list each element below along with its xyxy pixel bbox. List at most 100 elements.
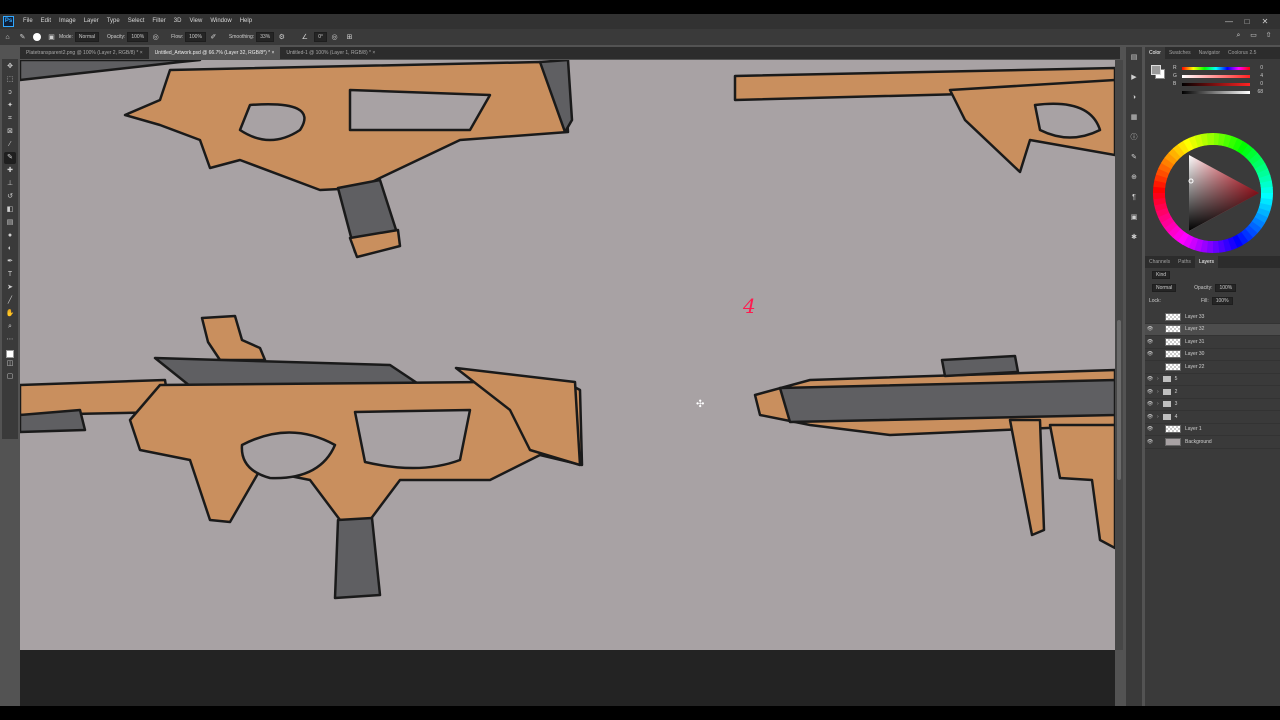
crop-tool-icon[interactable]: ⌗ [4,113,16,125]
tab-navigator[interactable]: Navigator [1195,47,1224,59]
gradient-tool-icon[interactable]: ▤ [4,217,16,229]
visibility-eye-icon[interactable]: 👁 [1145,339,1155,345]
fg-bg-swatches[interactable] [1151,65,1165,79]
group-expand-icon[interactable]: › [1157,414,1159,420]
foreground-color-swatch[interactable] [6,350,14,358]
tab-swatches[interactable]: Swatches [1165,47,1195,59]
home-icon[interactable]: ⌂ [3,33,12,42]
zoom-tool-icon[interactable]: ⌕ [4,321,16,333]
slider-track[interactable] [1182,90,1250,94]
visibility-eye-icon[interactable]: 👁 [1145,351,1155,357]
group-expand-icon[interactable]: › [1157,401,1159,407]
slider-track[interactable] [1182,74,1250,78]
info-panel-icon[interactable]: ⓘ [1128,131,1140,145]
fill-field[interactable]: 100% [1211,296,1233,305]
history-panel-icon[interactable]: ▤ [1128,51,1140,65]
tab-close-icon[interactable]: × [140,50,143,56]
menu-edit[interactable]: Edit [37,14,55,29]
close-window-button[interactable]: ✕ [1256,14,1274,29]
adjustments-panel-icon[interactable]: ◑ [1128,91,1140,105]
blend-mode-dropdown[interactable]: Normal [1152,283,1177,292]
healing-tool-icon[interactable]: ✚ [4,165,16,177]
visibility-eye-icon[interactable]: 👁 [1145,389,1155,395]
layer-row[interactable]: 👁 Layer 31 [1145,336,1280,349]
more-tools-icon[interactable]: ⋯ [4,334,16,346]
search-icon[interactable]: ⌕ [1234,31,1243,40]
angle-field[interactable]: 0° [314,32,328,42]
menu-type[interactable]: Type [103,14,124,29]
document-canvas[interactable]: 4 ✣ [20,60,1115,650]
eyedropper-tool-icon[interactable]: ⁄ [4,139,16,151]
layer-row[interactable]: 👁 › 4 [1145,411,1280,424]
symmetry-icon[interactable]: ⊞ [345,33,354,42]
styles-panel-icon[interactable]: ✱ [1128,231,1140,245]
tab-close-icon[interactable]: × [271,50,274,56]
scroll-thumb[interactable] [1117,320,1121,480]
group-expand-icon[interactable]: › [1157,389,1159,395]
menu-help[interactable]: Help [236,14,256,29]
menu-image[interactable]: Image [55,14,80,29]
menu-filter[interactable]: Filter [148,14,169,29]
menu-3d[interactable]: 3D [170,14,186,29]
frame-tool-icon[interactable]: ⊠ [4,126,16,138]
visibility-eye-icon[interactable]: 👁 [1145,376,1155,382]
eraser-tool-icon[interactable]: ◧ [4,204,16,216]
brush-settings-icon[interactable]: ▣ [47,33,56,42]
slider-track[interactable] [1182,82,1250,86]
tab-channels[interactable]: Channels [1145,256,1174,268]
layer-row[interactable]: 👁 Layer 32 [1145,323,1280,336]
visibility-eye-icon[interactable]: 👁 [1145,426,1155,432]
workspace-icon[interactable]: ▭ [1249,31,1258,40]
foreground-color-swatch[interactable] [1151,65,1161,75]
type-tool-icon[interactable]: T [4,269,16,281]
history-brush-icon[interactable]: ↺ [4,191,16,203]
actions-panel-icon[interactable]: ▶ [1128,71,1140,85]
brush-preset-picker[interactable] [33,33,41,41]
path-select-tool-icon[interactable]: ➤ [4,282,16,294]
maximize-button[interactable]: □ [1238,14,1256,29]
visibility-eye-icon[interactable]: 👁 [1145,401,1155,407]
layer-row[interactable]: 👁 Background [1145,436,1280,449]
document-tab[interactable]: Platetransparent2.png @ 100% (Layer 2, R… [20,47,149,59]
move-tool-icon[interactable]: ✥ [4,61,16,73]
share-icon[interactable]: ⇧ [1264,31,1273,40]
layer-row[interactable]: 👁 › 2 [1145,386,1280,399]
visibility-eye-icon[interactable]: 👁 [1145,326,1155,332]
document-tab[interactable]: Untitled-1 @ 100% (Layer 1, RGB/8) * × [280,47,382,59]
vertical-scrollbar[interactable] [1115,60,1123,650]
line-tool-icon[interactable]: ╱ [4,295,16,307]
airbrush-icon[interactable]: ✐ [209,33,218,42]
tab-close-icon[interactable]: × [372,50,375,56]
blur-tool-icon[interactable]: ● [4,230,16,242]
stamp-tool-icon[interactable]: ⊥ [4,178,16,190]
brush-tool-icon[interactable]: ✎ [18,33,27,42]
menu-window[interactable]: Window [206,14,235,29]
paragraph-panel-icon[interactable]: ¶ [1128,191,1140,205]
group-expand-icon[interactable]: › [1157,376,1159,382]
layer-row[interactable]: 👁 › 3 [1145,399,1280,411]
menu-select[interactable]: Select [124,14,149,29]
smoothing-settings-icon[interactable]: ⚙ [277,33,286,42]
brush-tool-icon[interactable]: ✎ [4,152,16,164]
menu-layer[interactable]: Layer [80,14,103,29]
brushes-panel-icon[interactable]: ✎ [1128,151,1140,165]
pen-tool-icon[interactable]: ✒ [4,256,16,268]
layer-opacity-field[interactable]: 100% [1215,283,1237,292]
marquee-tool-icon[interactable]: ⬚ [4,74,16,86]
kind-filter-dropdown[interactable]: Kind [1152,270,1171,279]
layer-row[interactable]: 👁 Layer 30 [1145,349,1280,361]
properties-panel-icon[interactable]: ▦ [1128,111,1140,125]
slider-value[interactable]: 0 [1253,81,1263,87]
minimize-button[interactable]: — [1220,14,1238,29]
clone-source-icon[interactable]: ⊕ [1128,171,1140,185]
tab-color[interactable]: Color [1145,47,1165,59]
slider-track[interactable] [1182,66,1250,70]
menu-file[interactable]: File [19,14,37,29]
tab-layers[interactable]: Layers [1194,256,1218,268]
tab-coolorus[interactable]: Coolorus 2.5 [1224,47,1260,59]
layer-row[interactable]: Layer 33 [1145,311,1280,324]
menu-view[interactable]: View [185,14,206,29]
pressure-opacity-icon[interactable]: ◎ [151,33,160,42]
flow-field[interactable]: 100% [185,32,206,42]
quick-mask-icon[interactable]: ◫ [4,358,16,370]
